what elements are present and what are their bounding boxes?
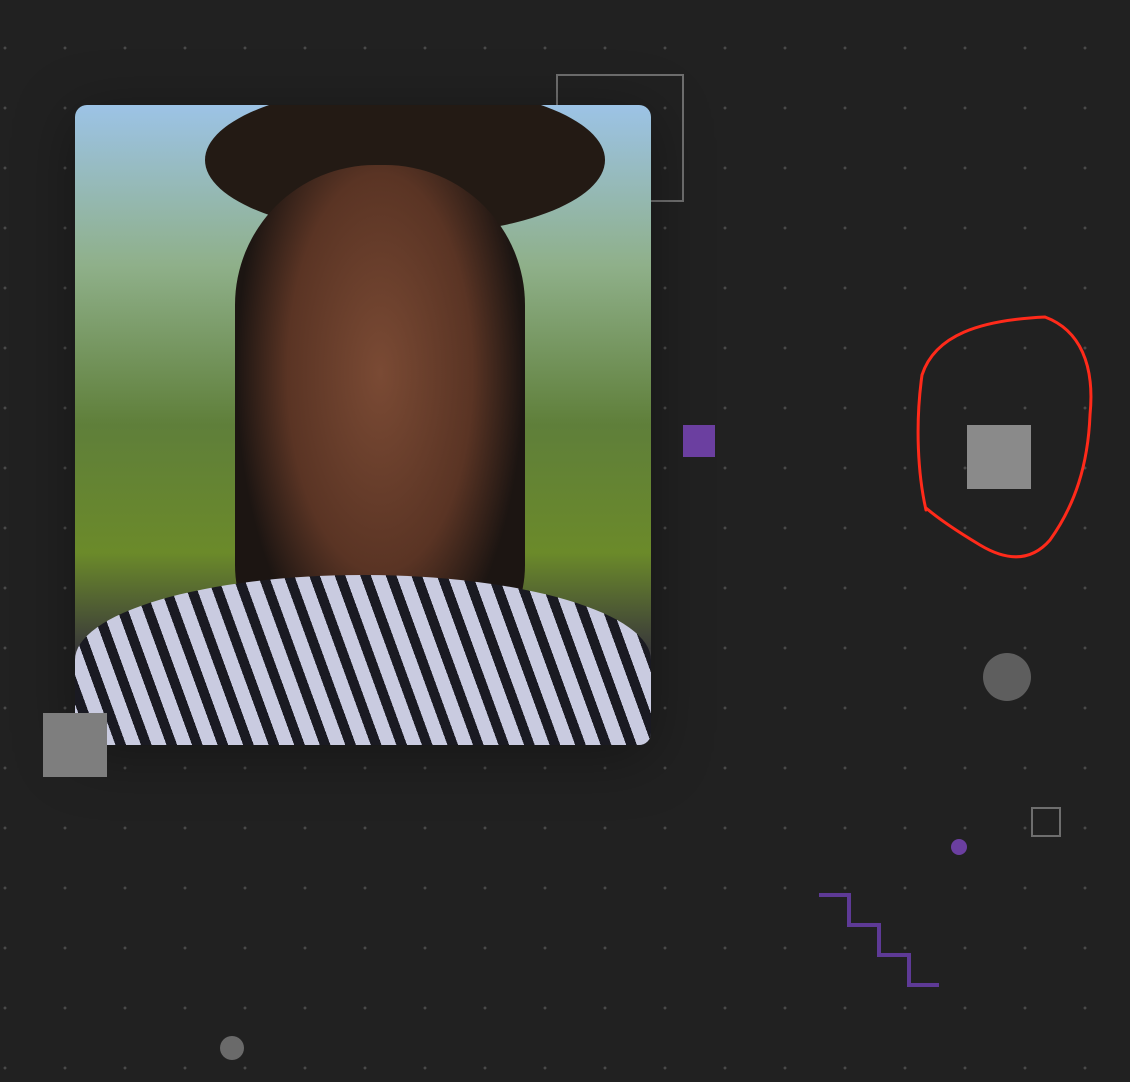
gray-circle-right (983, 653, 1031, 701)
gray-square-bottom-left (43, 713, 107, 777)
photo-shirt (75, 575, 651, 745)
purple-staircase (819, 893, 939, 987)
purple-square (683, 425, 715, 457)
gray-circle-bottom (220, 1036, 244, 1060)
purple-dot (951, 839, 967, 855)
portrait-photo (75, 105, 651, 745)
red-annotation-circle (916, 315, 1093, 559)
outline-square-small (1031, 807, 1061, 837)
